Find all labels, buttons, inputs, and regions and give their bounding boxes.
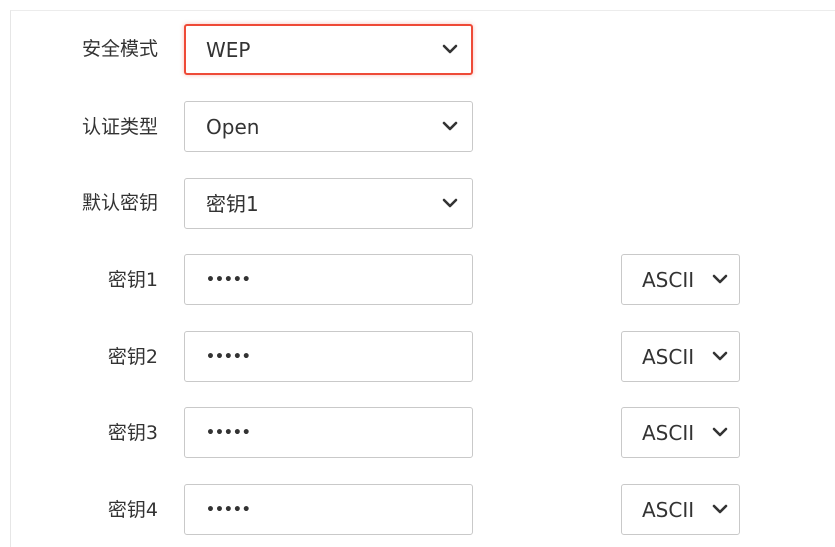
security-mode-select[interactable]: WEP xyxy=(184,24,473,75)
key-4-encoding-select[interactable]: ASCII xyxy=(621,484,740,535)
chevron-down-icon xyxy=(712,504,728,514)
key-3-encoding-value: ASCII xyxy=(642,421,695,445)
auth-type-value: Open xyxy=(206,115,260,139)
key-2-value: ••••• xyxy=(206,349,251,365)
key-4-encoding-value: ASCII xyxy=(642,498,695,522)
key-1-value: ••••• xyxy=(206,272,251,288)
chevron-down-icon xyxy=(712,427,728,437)
chevron-down-icon xyxy=(712,274,728,284)
chevron-down-icon xyxy=(442,198,458,208)
chevron-down-icon xyxy=(712,351,728,361)
key-1-input[interactable]: ••••• xyxy=(184,254,473,305)
key-4-value: ••••• xyxy=(206,502,251,518)
key-4-input[interactable]: ••••• xyxy=(184,484,473,535)
key-2-label: 密钥2 xyxy=(107,346,158,368)
default-key-select[interactable]: 密钥1 xyxy=(184,178,473,229)
security-mode-label: 安全模式 xyxy=(81,38,158,60)
key-1-encoding-select[interactable]: ASCII xyxy=(621,254,740,305)
key-2-encoding-select[interactable]: ASCII xyxy=(621,331,740,382)
key-4-label: 密钥4 xyxy=(107,499,158,521)
key-2-input[interactable]: ••••• xyxy=(184,331,473,382)
key-2-encoding-value: ASCII xyxy=(642,345,695,369)
key-3-input[interactable]: ••••• xyxy=(184,407,473,458)
security-mode-value: WEP xyxy=(206,38,251,62)
default-key-value: 密钥1 xyxy=(206,192,259,216)
key-1-label: 密钥1 xyxy=(107,269,158,291)
key-1-encoding-value: ASCII xyxy=(642,268,695,292)
auth-type-select[interactable]: Open xyxy=(184,101,473,152)
key-3-value: ••••• xyxy=(206,425,251,441)
key-3-encoding-select[interactable]: ASCII xyxy=(621,407,740,458)
auth-type-label: 认证类型 xyxy=(81,116,158,138)
chevron-down-icon xyxy=(442,44,458,54)
default-key-label: 默认密钥 xyxy=(81,192,158,214)
chevron-down-icon xyxy=(442,121,458,131)
key-3-label: 密钥3 xyxy=(107,422,158,444)
